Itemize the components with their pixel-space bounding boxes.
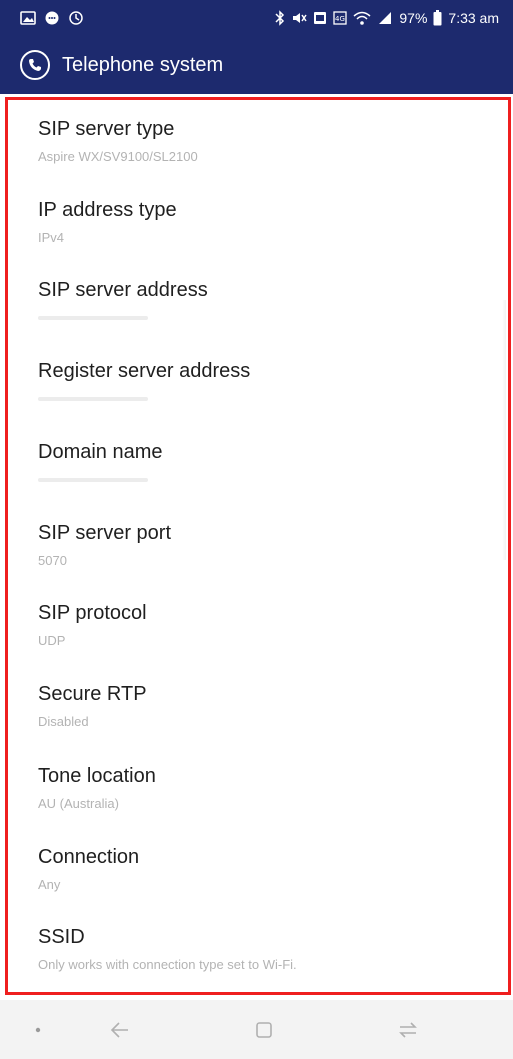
navigation-bar — [0, 1000, 513, 1059]
signal-icon — [377, 10, 393, 26]
screen: 4G 97% 7:33 am Telephone system SIP serv… — [0, 0, 513, 1059]
setting-value: AU (Australia) — [38, 796, 119, 811]
status-left — [20, 10, 84, 26]
gallery-icon — [20, 11, 36, 25]
setting-value: 5070 — [38, 553, 67, 568]
setting-secure-rtp[interactable]: Secure RTP Disabled — [38, 683, 498, 753]
obscured-value — [38, 478, 148, 482]
status-right: 4G 97% 7:33 am — [275, 10, 499, 26]
page-title: Telephone system — [62, 53, 224, 76]
app-bar: Telephone system — [0, 36, 513, 94]
mute-icon — [291, 10, 307, 26]
setting-title: IP address type — [38, 199, 177, 221]
battery-percent: 97% — [399, 10, 428, 26]
setting-domain-name[interactable]: Domain name — [38, 441, 498, 511]
setting-register-server-address[interactable]: Register server address — [38, 360, 498, 430]
obscured-value — [38, 316, 148, 320]
sync-icon — [68, 10, 84, 26]
setting-title: SSID — [38, 926, 85, 948]
setting-value: Aspire WX/SV9100/SL2100 — [38, 149, 198, 164]
setting-value: IPv4 — [38, 230, 65, 245]
setting-ip-address-type[interactable]: IP address type IPv4 — [38, 199, 498, 269]
clock: 7:33 am — [448, 10, 499, 26]
obscured-value — [38, 397, 148, 401]
back-icon[interactable] — [104, 1014, 136, 1046]
svg-text:4G: 4G — [335, 15, 345, 23]
setting-connection[interactable]: Connection Any — [38, 846, 498, 916]
setting-title: Connection — [38, 846, 140, 868]
setting-tone-location[interactable]: Tone location AU (Australia) — [38, 765, 498, 835]
setting-ssid[interactable]: SSID Only works with connection type set… — [38, 926, 498, 996]
recents-icon[interactable] — [392, 1014, 424, 1046]
home-icon[interactable] — [248, 1014, 280, 1046]
bluetooth-icon — [275, 10, 285, 26]
alarm-icon — [313, 10, 327, 26]
status-bar: 4G 97% 7:33 am — [0, 0, 513, 36]
setting-title: Register server address — [38, 360, 251, 382]
setting-value: Only works with connection type set to W… — [38, 957, 297, 972]
setting-sip-server-port[interactable]: SIP server port 5070 — [38, 522, 498, 592]
scrollbar — [502, 300, 506, 560]
setting-sip-server-type[interactable]: SIP server type Aspire WX/SV9100/SL2100 — [38, 118, 498, 188]
setting-value: Any — [38, 877, 61, 892]
wifi-icon — [353, 10, 371, 26]
setting-title: Tone location — [38, 765, 156, 787]
data-icon: 4G — [333, 10, 348, 26]
dot-icon[interactable] — [22, 1014, 54, 1046]
setting-value: Disabled — [38, 714, 89, 729]
setting-title: Domain name — [38, 441, 163, 463]
setting-title: SIP server port — [38, 522, 172, 544]
settings-list: SIP server type Aspire WX/SV9100/SL2100 … — [5, 97, 511, 995]
message-icon — [44, 10, 60, 26]
setting-title: SIP server type — [38, 118, 175, 140]
setting-title: SIP protocol — [38, 602, 147, 624]
setting-value: UDP — [38, 633, 66, 648]
setting-title: SIP server address — [38, 279, 208, 301]
phone-circle-icon — [20, 50, 50, 80]
setting-sip-server-address[interactable]: SIP server address — [38, 279, 498, 349]
setting-title: Secure RTP — [38, 683, 147, 705]
battery-icon — [433, 10, 442, 26]
setting-sip-protocol[interactable]: SIP protocol UDP — [38, 602, 498, 672]
